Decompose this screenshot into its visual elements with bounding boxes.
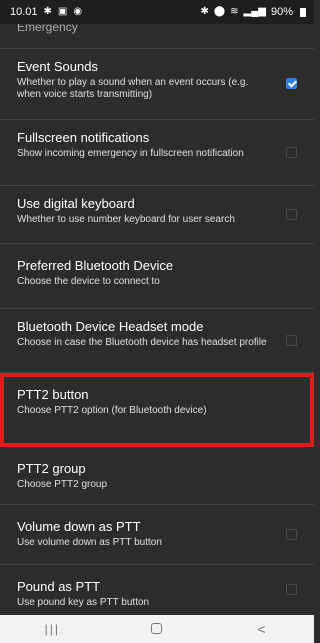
- status-bar: 10.01 ✱ ▣ ◉ ✱ ⬤ ≋ ▂▄▆ 90%: [0, 0, 314, 24]
- settings-item-title: Bluetooth Device Headset mode: [17, 319, 204, 334]
- home-button[interactable]: [127, 621, 187, 637]
- settings-item-title: Fullscreen notifications: [17, 130, 150, 145]
- image-icon: ▣: [57, 6, 68, 17]
- settings-item-title: Pound as PTT: [17, 579, 101, 594]
- settings-item-summary: Choose the device to connect to: [17, 276, 160, 287]
- checkbox-checked[interactable]: [286, 78, 297, 89]
- settings-item[interactable]: Preferred Bluetooth Device Choose the dev…: [0, 244, 314, 309]
- settings-item-summary: Use volume down as PTT button: [17, 537, 162, 548]
- checkbox[interactable]: [286, 208, 297, 220]
- settings-item-summary: Choose PTT2 option (for Bluetooth device…: [17, 405, 207, 416]
- status-time: 10.01: [10, 6, 38, 18]
- bluetooth-icon: ✱: [43, 6, 52, 17]
- settings-item-summary: Whether to play a sound when an event oc…: [17, 77, 249, 100]
- checkbox[interactable]: [286, 528, 297, 540]
- settings-item-summary: Whether to use number keyboard for user …: [17, 214, 235, 225]
- settings-item-summary: Choose in case the Bluetooth device has …: [17, 337, 267, 348]
- settings-item-summary: Show incoming emergency in fullscreen no…: [17, 148, 244, 159]
- checkbox[interactable]: [286, 146, 297, 158]
- settings-item-title: PTT2 button: [17, 387, 89, 402]
- checkbox[interactable]: [286, 334, 297, 346]
- settings-item[interactable]: Use digital keyboard Whether to use numbe…: [0, 186, 314, 244]
- settings-item-summary: Use pound key as PTT button: [17, 597, 150, 608]
- battery-percent: 90%: [270, 6, 293, 18]
- signal-icon: ▂▄▆: [243, 6, 266, 17]
- navigation-bar: ||| <: [0, 615, 314, 643]
- settings-item[interactable]: PTT2 button Choose PTT2 option (for Bluet…: [0, 373, 314, 447]
- notification-icon: ◉: [73, 6, 83, 17]
- bluetooth-icon: ✱: [200, 6, 209, 17]
- settings-item[interactable]: Volume down as PTT Use volume down as PTT…: [0, 505, 314, 565]
- settings-item-title: Use digital keyboard: [17, 196, 135, 211]
- location-icon: ⬤: [213, 6, 226, 17]
- battery-icon: [300, 7, 306, 17]
- back-button[interactable]: <: [232, 621, 292, 637]
- wifi-icon: ≋: [230, 6, 239, 17]
- settings-item[interactable]: Event Sounds Whether to play a sound when…: [0, 49, 314, 120]
- settings-item-title: Preferred Bluetooth Device: [17, 258, 174, 273]
- recents-button[interactable]: |||: [22, 622, 82, 636]
- settings-item[interactable]: PTT2 group Choose PTT2 group: [0, 447, 314, 505]
- checkbox[interactable]: [286, 584, 297, 595]
- settings-item-title: Volume down as PTT: [17, 519, 141, 534]
- home-icon: [151, 623, 163, 634]
- settings-item[interactable]: Fullscreen notifications Show incoming em…: [0, 120, 314, 186]
- settings-list[interactable]: Emergency Event Sounds Whether to play a …: [0, 24, 314, 615]
- settings-item-summary: Emergency: [17, 24, 78, 34]
- settings-item-cut: Emergency: [0, 24, 314, 49]
- settings-item-title: Event Sounds: [17, 59, 98, 74]
- settings-item-title: PTT2 group: [17, 461, 86, 476]
- settings-item[interactable]: Pound as PTT Use pound key as PTT button: [0, 565, 314, 615]
- settings-item-summary: Choose PTT2 group: [17, 479, 108, 490]
- settings-item[interactable]: Bluetooth Device Headset mode Choose in c…: [0, 309, 314, 373]
